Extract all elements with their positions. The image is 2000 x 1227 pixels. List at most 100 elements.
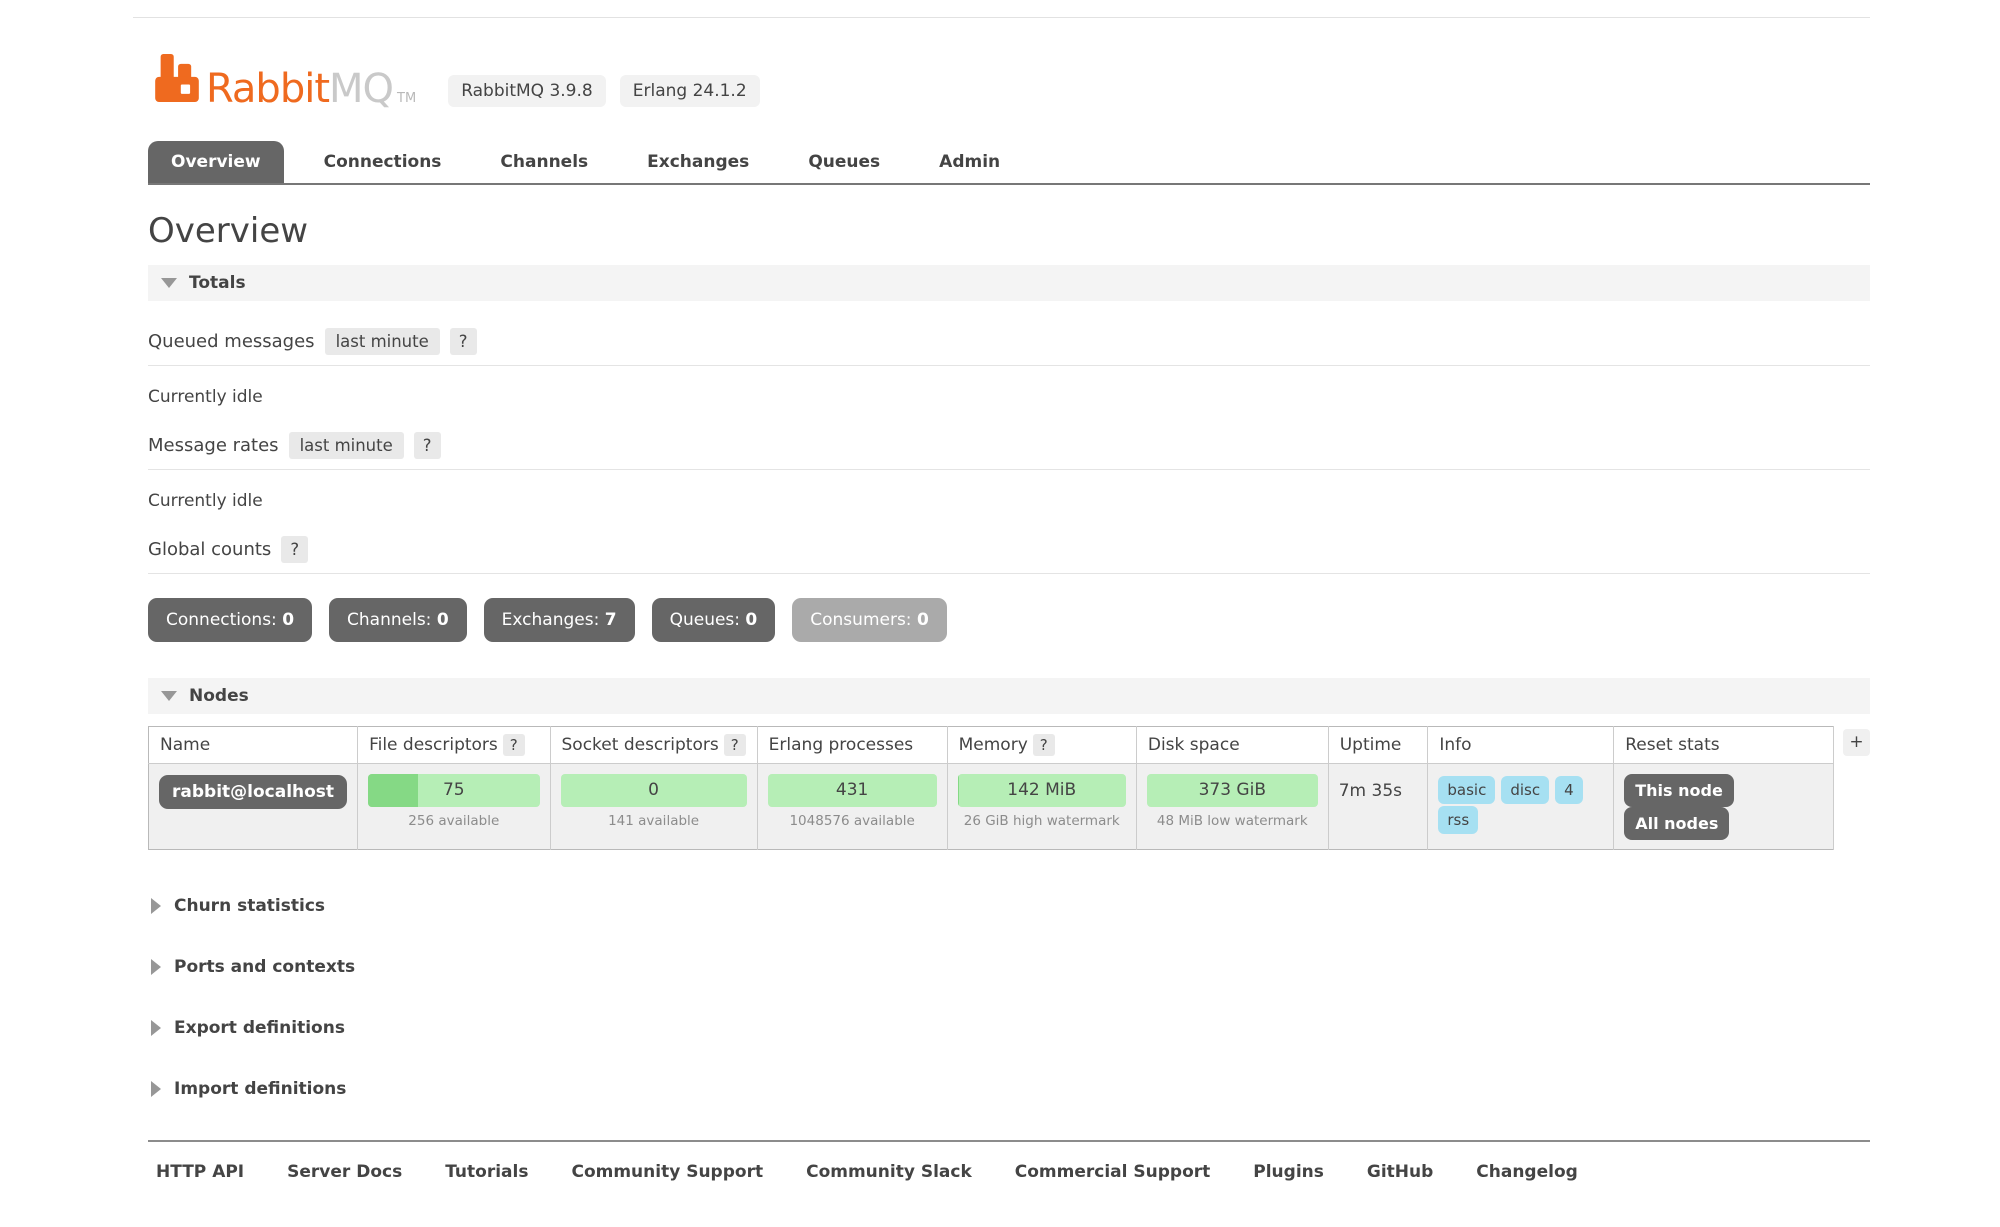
footer-link-server-docs[interactable]: Server Docs [287,1162,402,1182]
col-uptime: Uptime [1328,727,1428,764]
section-header-export-definitions[interactable]: Export definitions [148,1018,1870,1038]
counter-label: Consumers: [810,610,911,630]
col-name: Name [149,727,358,764]
footer-link-community-support[interactable]: Community Support [571,1162,763,1182]
info-badge-cores: 4 [1555,776,1583,804]
memory-help-icon[interactable]: ? [1033,734,1055,756]
node-name-link[interactable]: rabbit@localhost [159,775,347,809]
footer-link-http-api[interactable]: HTTP API [156,1162,244,1182]
section-header-churn-statistics[interactable]: Churn statistics [148,896,1870,916]
socket-descriptors-bar: 0 [561,774,747,807]
section-header-ports-and-contexts[interactable]: Ports and contexts [148,957,1870,977]
logo-trademark: TM [397,91,416,106]
counter-label: Exchanges: [502,610,600,630]
tab-queues[interactable]: Queues [785,141,903,183]
channels-count-button[interactable]: Channels: 0 [329,598,467,642]
counter-value: 0 [917,610,929,630]
section-header-totals[interactable]: Totals [148,265,1870,301]
footer-link-changelog[interactable]: Changelog [1476,1162,1578,1182]
footer-links: HTTP API Server Docs Tutorials Community… [156,1162,1870,1182]
erlang-processes-available: 1048576 available [768,813,937,829]
message-rates-heading: Message rates last minute ? [148,432,1870,470]
tab-channels[interactable]: Channels [477,141,611,183]
col-memory: Memory? [947,727,1136,764]
section-header-import-definitions[interactable]: Import definitions [148,1079,1870,1099]
connections-count-button[interactable]: Connections: 0 [148,598,312,642]
disk-space-bar: 373 GiB [1147,774,1318,807]
consumers-count-button[interactable]: Consumers: 0 [792,598,947,642]
collapse-right-icon [151,898,161,914]
col-info: Info [1428,727,1614,764]
message-rates-label: Message rates [148,435,279,456]
rabbitmq-logo: Rabbit MQ TM [155,54,416,109]
disk-space-cell: 373 GiB 48 MiB low watermark [1136,764,1328,850]
global-counts-help-icon[interactable]: ? [281,536,308,563]
section-title-export-definitions: Export definitions [174,1018,345,1038]
memory-watermark: 26 GiB high watermark [958,813,1126,829]
tab-exchanges[interactable]: Exchanges [624,141,772,183]
queued-messages-range-badge[interactable]: last minute [325,328,440,355]
page-title: Overview [148,211,1870,251]
section-title-ports-and-contexts: Ports and contexts [174,957,355,977]
message-rates-range-badge[interactable]: last minute [289,432,404,459]
masthead: Rabbit MQ TM RabbitMQ 3.9.8 Erlang 24.1.… [133,54,1870,109]
collapse-right-icon [151,1081,161,1097]
info-cell: basicdisc4rss [1428,764,1614,850]
socket-descriptors-available: 141 available [561,813,747,829]
erlang-processes-cell: 431 1048576 available [757,764,947,850]
tab-connections[interactable]: Connections [301,141,465,183]
info-badge-disc: disc [1501,776,1549,804]
footer-link-commercial-support[interactable]: Commercial Support [1015,1162,1211,1182]
uptime-value: 7m 35s [1339,774,1402,801]
queues-count-button[interactable]: Queues: 0 [652,598,776,642]
queued-messages-heading: Queued messages last minute ? [148,328,1870,366]
erlang-processes-bar: 431 [768,774,937,807]
footer-link-github[interactable]: GitHub [1367,1162,1433,1182]
erlang-version-badge: Erlang 24.1.2 [620,75,760,107]
nodes-table-wrap: Name File descriptors? Socket descriptor… [148,726,1870,850]
counter-value: 0 [437,610,449,630]
section-title-import-definitions: Import definitions [174,1079,346,1099]
memory-cell: 142 MiB 26 GiB high watermark [947,764,1136,850]
section-title-nodes: Nodes [189,686,249,706]
collapse-down-icon [161,691,177,701]
col-erlang-processes: Erlang processes [757,727,947,764]
page-container: Rabbit MQ TM RabbitMQ 3.9.8 Erlang 24.1.… [133,17,1870,1227]
queued-messages-label: Queued messages [148,331,315,352]
socket-descriptors-help-icon[interactable]: ? [724,734,746,756]
footer-link-community-slack[interactable]: Community Slack [806,1162,972,1182]
global-counts-heading: Global counts ? [148,536,1870,574]
section-header-nodes[interactable]: Nodes [148,678,1870,714]
file-descriptors-bar: 75 [368,774,539,807]
tab-overview[interactable]: Overview [148,141,284,183]
col-reset-stats: Reset stats [1614,727,1834,764]
queued-messages-status: Currently idle [148,387,1870,407]
counter-value: 0 [745,610,757,630]
uptime-cell: 7m 35s [1328,764,1428,850]
info-badge-basic: basic [1438,776,1495,804]
queued-messages-help-icon[interactable]: ? [450,328,477,355]
reset-this-node-button[interactable]: This node [1624,774,1734,807]
footer-link-tutorials[interactable]: Tutorials [445,1162,528,1182]
counter-label: Channels: [347,610,431,630]
counter-value: 7 [605,610,617,630]
exchanges-count-button[interactable]: Exchanges: 7 [484,598,635,642]
tab-admin[interactable]: Admin [916,141,1023,183]
nodes-table-header-row: Name File descriptors? Socket descriptor… [149,727,1834,764]
rabbitmq-rabbit-icon [155,54,199,107]
socket-descriptors-cell: 0 141 available [550,764,757,850]
file-descriptors-help-icon[interactable]: ? [503,734,525,756]
main-nav-tabs: Overview Connections Channels Exchanges … [148,141,1870,185]
file-descriptors-available: 256 available [368,813,539,829]
logo-text-mq: MQ [329,69,393,109]
reset-all-nodes-button[interactable]: All nodes [1624,807,1729,840]
col-disk-space: Disk space [1136,727,1328,764]
section-title-churn-statistics: Churn statistics [174,896,325,916]
global-counts-label: Global counts [148,539,271,560]
add-column-button[interactable]: + [1843,729,1870,756]
footer-link-plugins[interactable]: Plugins [1253,1162,1324,1182]
collapse-down-icon [161,278,177,288]
message-rates-help-icon[interactable]: ? [414,432,441,459]
counter-label: Queues: [670,610,740,630]
message-rates-status: Currently idle [148,491,1870,511]
